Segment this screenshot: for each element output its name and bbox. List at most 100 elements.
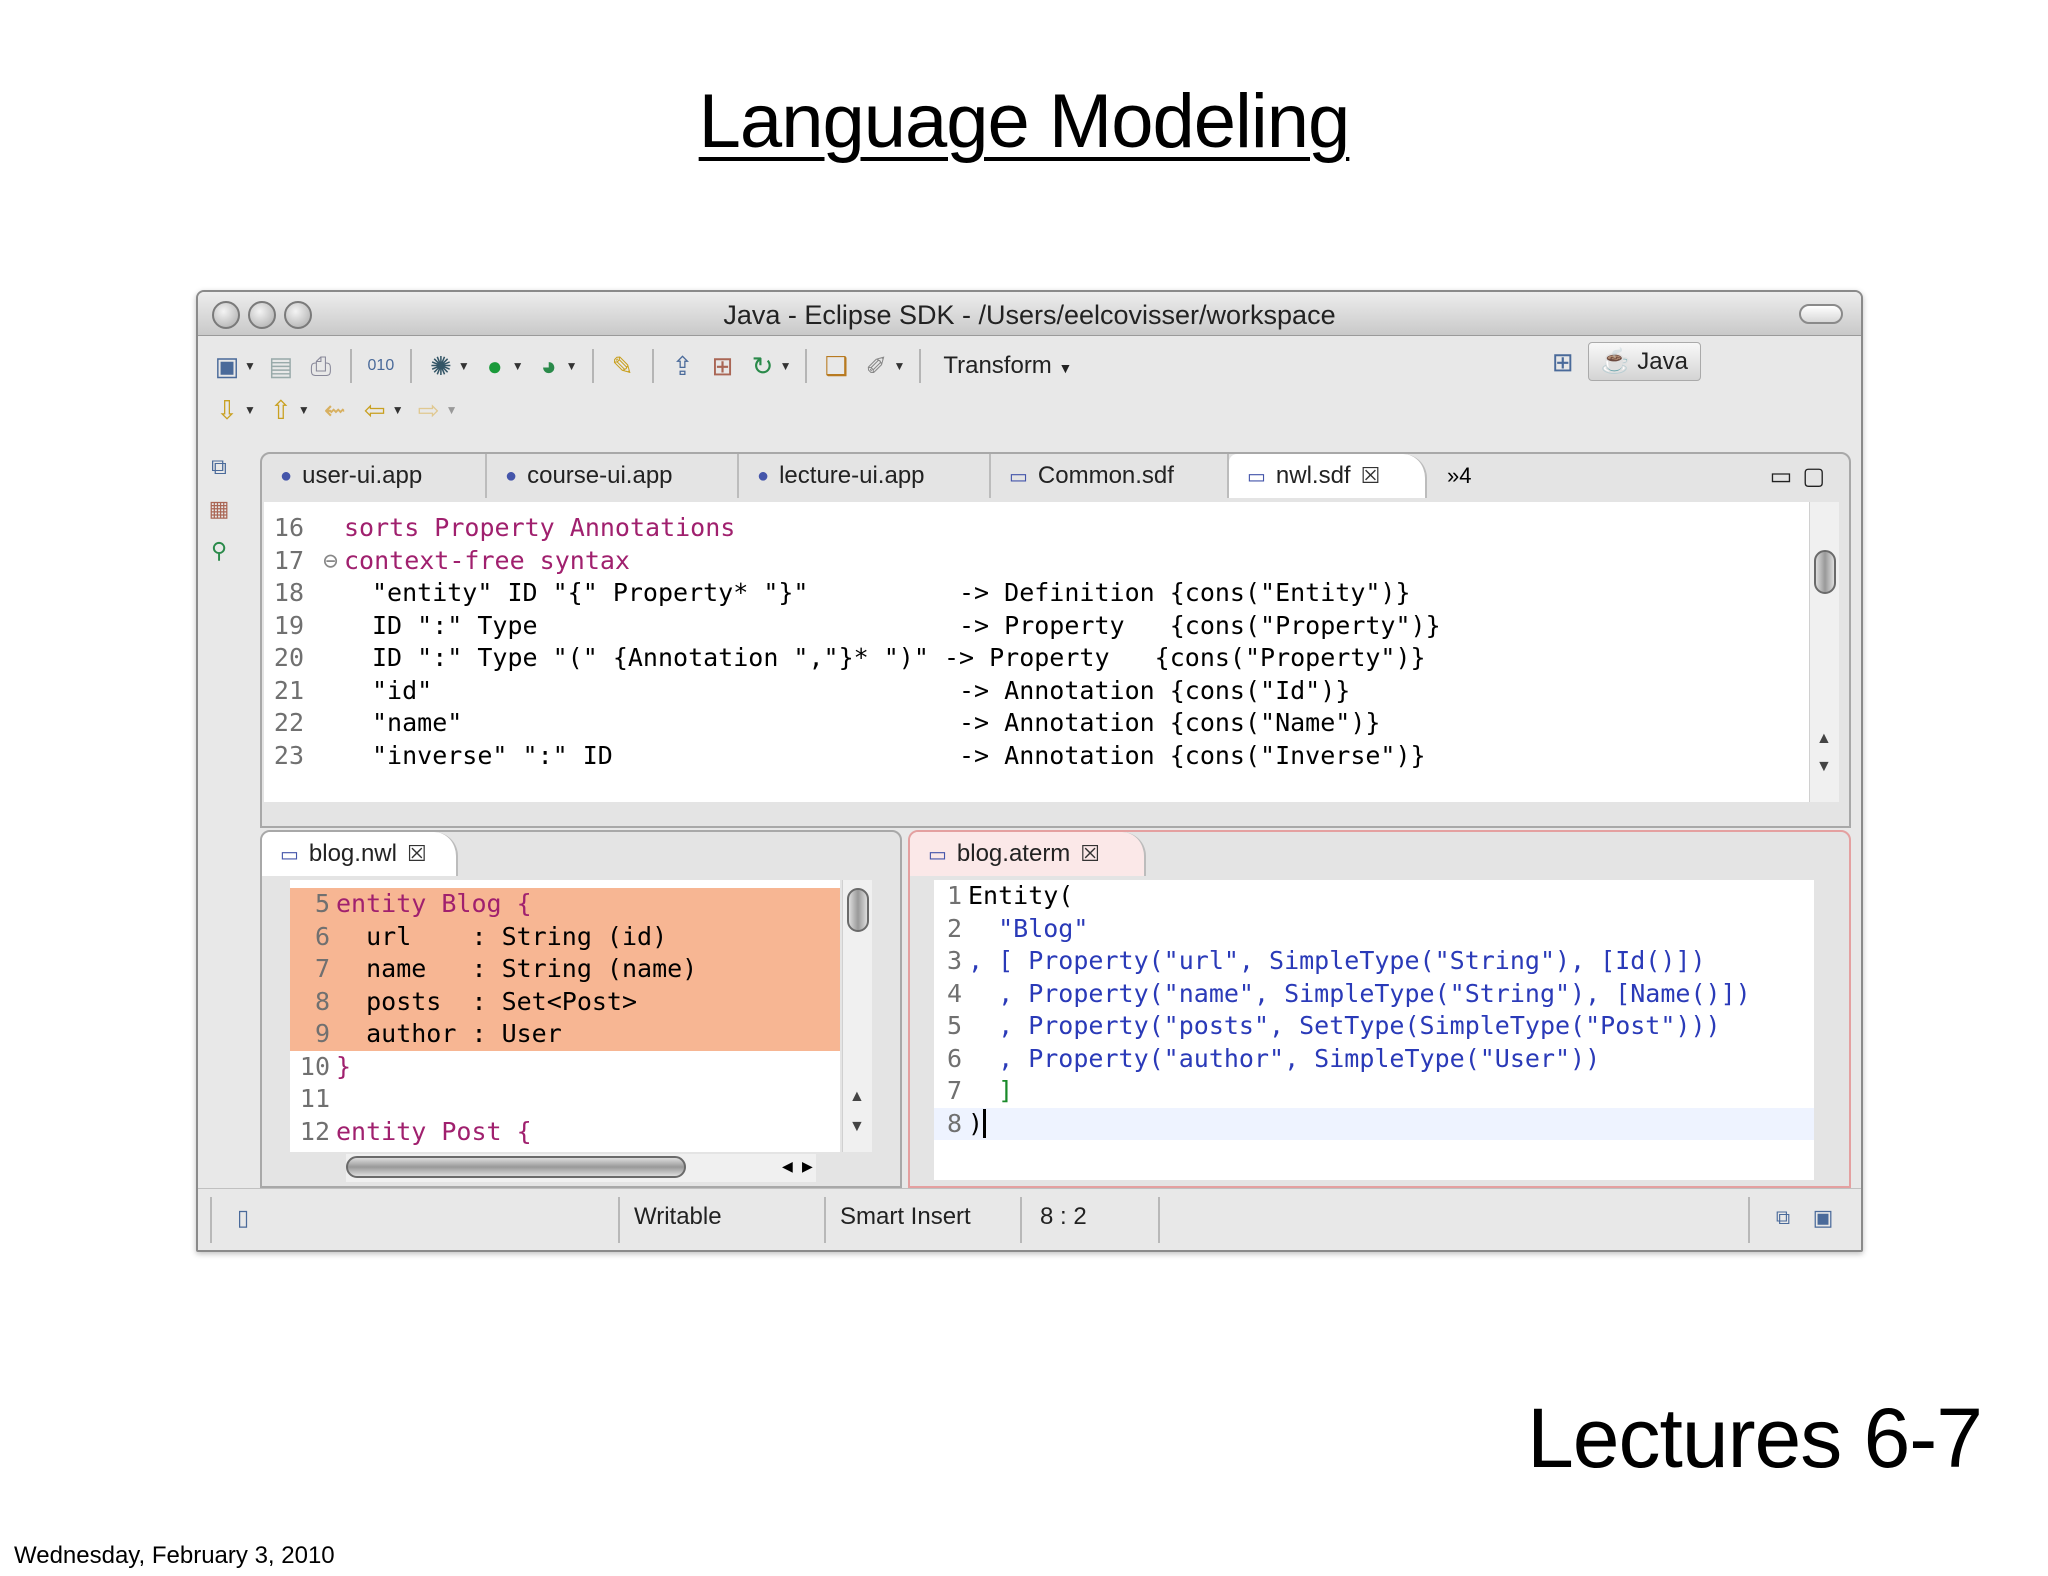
chevron-down-icon[interactable]: ▼ <box>566 359 578 373</box>
code-line: 8) <box>934 1107 1814 1140</box>
window-title: Java - Eclipse SDK - /Users/eelcovisser/… <box>723 300 1336 330</box>
close-icon[interactable]: ☒ <box>1361 463 1381 489</box>
monitor-icon[interactable]: ▣ <box>1808 1203 1838 1233</box>
scroll-up-icon[interactable]: ▲ <box>1816 730 1832 748</box>
new-package-icon[interactable]: ⇪ <box>668 351 698 381</box>
tab-blog-aterm[interactable]: ▭ blog.aterm ☒ <box>910 832 1146 876</box>
line-number: 2 <box>946 913 962 943</box>
chevron-down-icon[interactable]: ▼ <box>446 403 458 417</box>
chevron-down-icon[interactable]: ▼ <box>244 403 256 417</box>
code-line: 21 "id" -> Annotation {cons("Id")} <box>264 675 1810 708</box>
chevron-down-icon[interactable]: ▼ <box>458 359 470 373</box>
blog-aterm-editor[interactable]: 1 Entity(2 "Blog" 3, [ Property("url", Sim… <box>934 880 1814 1180</box>
close-icon[interactable]: ☒ <box>1080 841 1100 867</box>
blog-nwl-hscrollbar[interactable]: ◀ ▶ <box>346 1154 816 1182</box>
open-type-icon[interactable]: ❑ <box>821 351 851 381</box>
scroll-left-icon[interactable]: ◀ <box>782 1158 793 1175</box>
package-explorer-icon[interactable]: ▦ <box>204 494 234 524</box>
blog-nwl-tabs: ▭ blog.nwl ☒ <box>262 832 900 876</box>
chevron-down-icon[interactable]: ▼ <box>780 359 792 373</box>
chevron-down-icon[interactable]: ▼ <box>298 403 310 417</box>
scroll-thumb[interactable] <box>1814 550 1836 594</box>
new-refresh-icon[interactable]: ↻ <box>748 351 778 381</box>
line-number: 5 <box>314 889 330 918</box>
forward-icon[interactable]: ⇨ <box>414 395 444 425</box>
minimize-icon[interactable]: ▭ <box>1770 463 1803 490</box>
next-annotation-icon[interactable]: ⇩ <box>212 395 242 425</box>
java-perspective-button[interactable]: ☕ Java <box>1587 342 1701 381</box>
slide-title: Language Modeling <box>698 79 1351 164</box>
code-text: url : String (id) <box>336 921 668 951</box>
scroll-down-icon[interactable]: ▼ <box>1816 758 1832 776</box>
save-icon[interactable]: ▤ <box>266 351 296 381</box>
tab-label: blog.aterm <box>956 840 1071 867</box>
chevron-down-icon[interactable]: ▼ <box>392 403 404 417</box>
scroll-down-icon[interactable]: ▼ <box>849 1118 865 1136</box>
brush-icon[interactable]: ✎ <box>608 351 638 381</box>
line-number: 22 <box>273 708 304 737</box>
chevron-down-icon[interactable]: ▼ <box>893 359 905 373</box>
code-text: ] <box>968 1076 1014 1105</box>
nwl-sdf-editor[interactable]: 16 sorts Property Annotations 17 ⊖ context-f… <box>264 502 1810 802</box>
status-separator <box>824 1197 826 1243</box>
tab-common-sdf[interactable]: ▭ Common.sdf <box>991 454 1229 498</box>
print-icon[interactable]: ⎙ <box>306 351 336 381</box>
tab-course-ui-app[interactable]: ● course-ui.app <box>487 454 739 498</box>
new-class-icon[interactable]: ⊞ <box>708 351 738 381</box>
top-editor-scrollbar[interactable]: ▲ ▼ <box>1809 502 1839 802</box>
debug-icon[interactable]: ✺ <box>426 351 456 381</box>
restore-icon[interactable]: ⧉ <box>204 452 234 482</box>
code-text: ) <box>968 1108 984 1138</box>
code-line: 16 sorts Property Annotations <box>264 512 1810 545</box>
line-number: 8 <box>946 1108 962 1138</box>
line-number: 10 <box>299 1051 330 1081</box>
open-perspective-icon[interactable]: ⊞ <box>1548 347 1578 377</box>
external-tools-icon[interactable]: ◕ <box>534 351 564 381</box>
tab-overflow-button[interactable]: »4 <box>1427 454 1491 498</box>
chevron-down-icon[interactable]: ▼ <box>244 359 256 373</box>
fast-view-icon[interactable]: ▯ <box>228 1203 258 1233</box>
cursor-position-status: 8 : 2 <box>1040 1203 1087 1230</box>
line-number: 3 <box>946 946 962 975</box>
scroll-right-icon[interactable]: ▶ <box>802 1158 813 1175</box>
text-cursor <box>983 1108 1002 1138</box>
line-number: 21 <box>273 675 304 705</box>
status-bar: ▯ Writable Smart Insert 8 : 2 ⧉ ▣ <box>198 1188 1861 1250</box>
binary-icon[interactable]: 010 <box>366 351 396 381</box>
code-line: 22 "name" -> Annotation {cons("Name")} <box>264 707 1810 740</box>
back-icon[interactable]: ⇦ <box>360 395 390 425</box>
tab-lecture-ui-app[interactable]: ● lecture-ui.app <box>739 454 991 498</box>
tab-blog-nwl[interactable]: ▭ blog.nwl ☒ <box>262 832 458 876</box>
line-number: 11 <box>299 1084 330 1113</box>
code-line: 11 <box>290 1083 840 1116</box>
code-text: author : User <box>336 1019 562 1048</box>
code-line: 6 , Property("author", SimpleType("User"… <box>934 1043 1814 1076</box>
slide-footer: Lectures 6-7 <box>1527 1391 1983 1485</box>
close-icon[interactable]: ☒ <box>407 841 427 867</box>
new-icon[interactable]: ▣ <box>212 351 242 381</box>
hierarchy-icon[interactable]: ⚲ <box>204 536 234 566</box>
restore-icon[interactable]: ⧉ <box>1768 1203 1798 1233</box>
code-text: "entity" ID "{" Property* "}" -> Definit… <box>372 578 1411 607</box>
last-edit-icon[interactable]: ⇜ <box>320 395 350 425</box>
previous-annotation-icon[interactable]: ⇧ <box>266 395 296 425</box>
scroll-thumb[interactable] <box>847 888 869 932</box>
scroll-up-icon[interactable]: ▲ <box>849 1088 865 1106</box>
blog-nwl-scrollbar[interactable]: ▲ ▼ <box>842 880 872 1152</box>
scroll-thumb[interactable] <box>346 1156 686 1178</box>
transform-menu-button[interactable]: Transform ▼ <box>943 352 1072 380</box>
search-icon[interactable]: ✐ <box>861 351 891 381</box>
code-line: 10} <box>290 1051 840 1084</box>
blog-nwl-editor[interactable]: 5 entity Blog {6 url : String (id) 7 name … <box>290 880 840 1152</box>
maximize-icon[interactable]: ▢ <box>1802 463 1835 490</box>
toolbar-toggle-button[interactable] <box>1799 304 1843 324</box>
tab-user-ui-app[interactable]: ● user-ui.app <box>262 454 487 498</box>
code-text: Entity( <box>968 881 1074 910</box>
tab-nwl-sdf[interactable]: ▭ nwl.sdf ☒ <box>1229 454 1427 498</box>
tab-label: blog.nwl <box>308 840 397 867</box>
sdf-file-icon: ▭ <box>1009 465 1028 488</box>
chevron-down-icon: ▼ <box>1058 360 1073 376</box>
run-icon[interactable]: ● <box>480 351 510 381</box>
chevron-down-icon[interactable]: ▼ <box>512 359 524 373</box>
line-number: 1 <box>946 881 962 910</box>
